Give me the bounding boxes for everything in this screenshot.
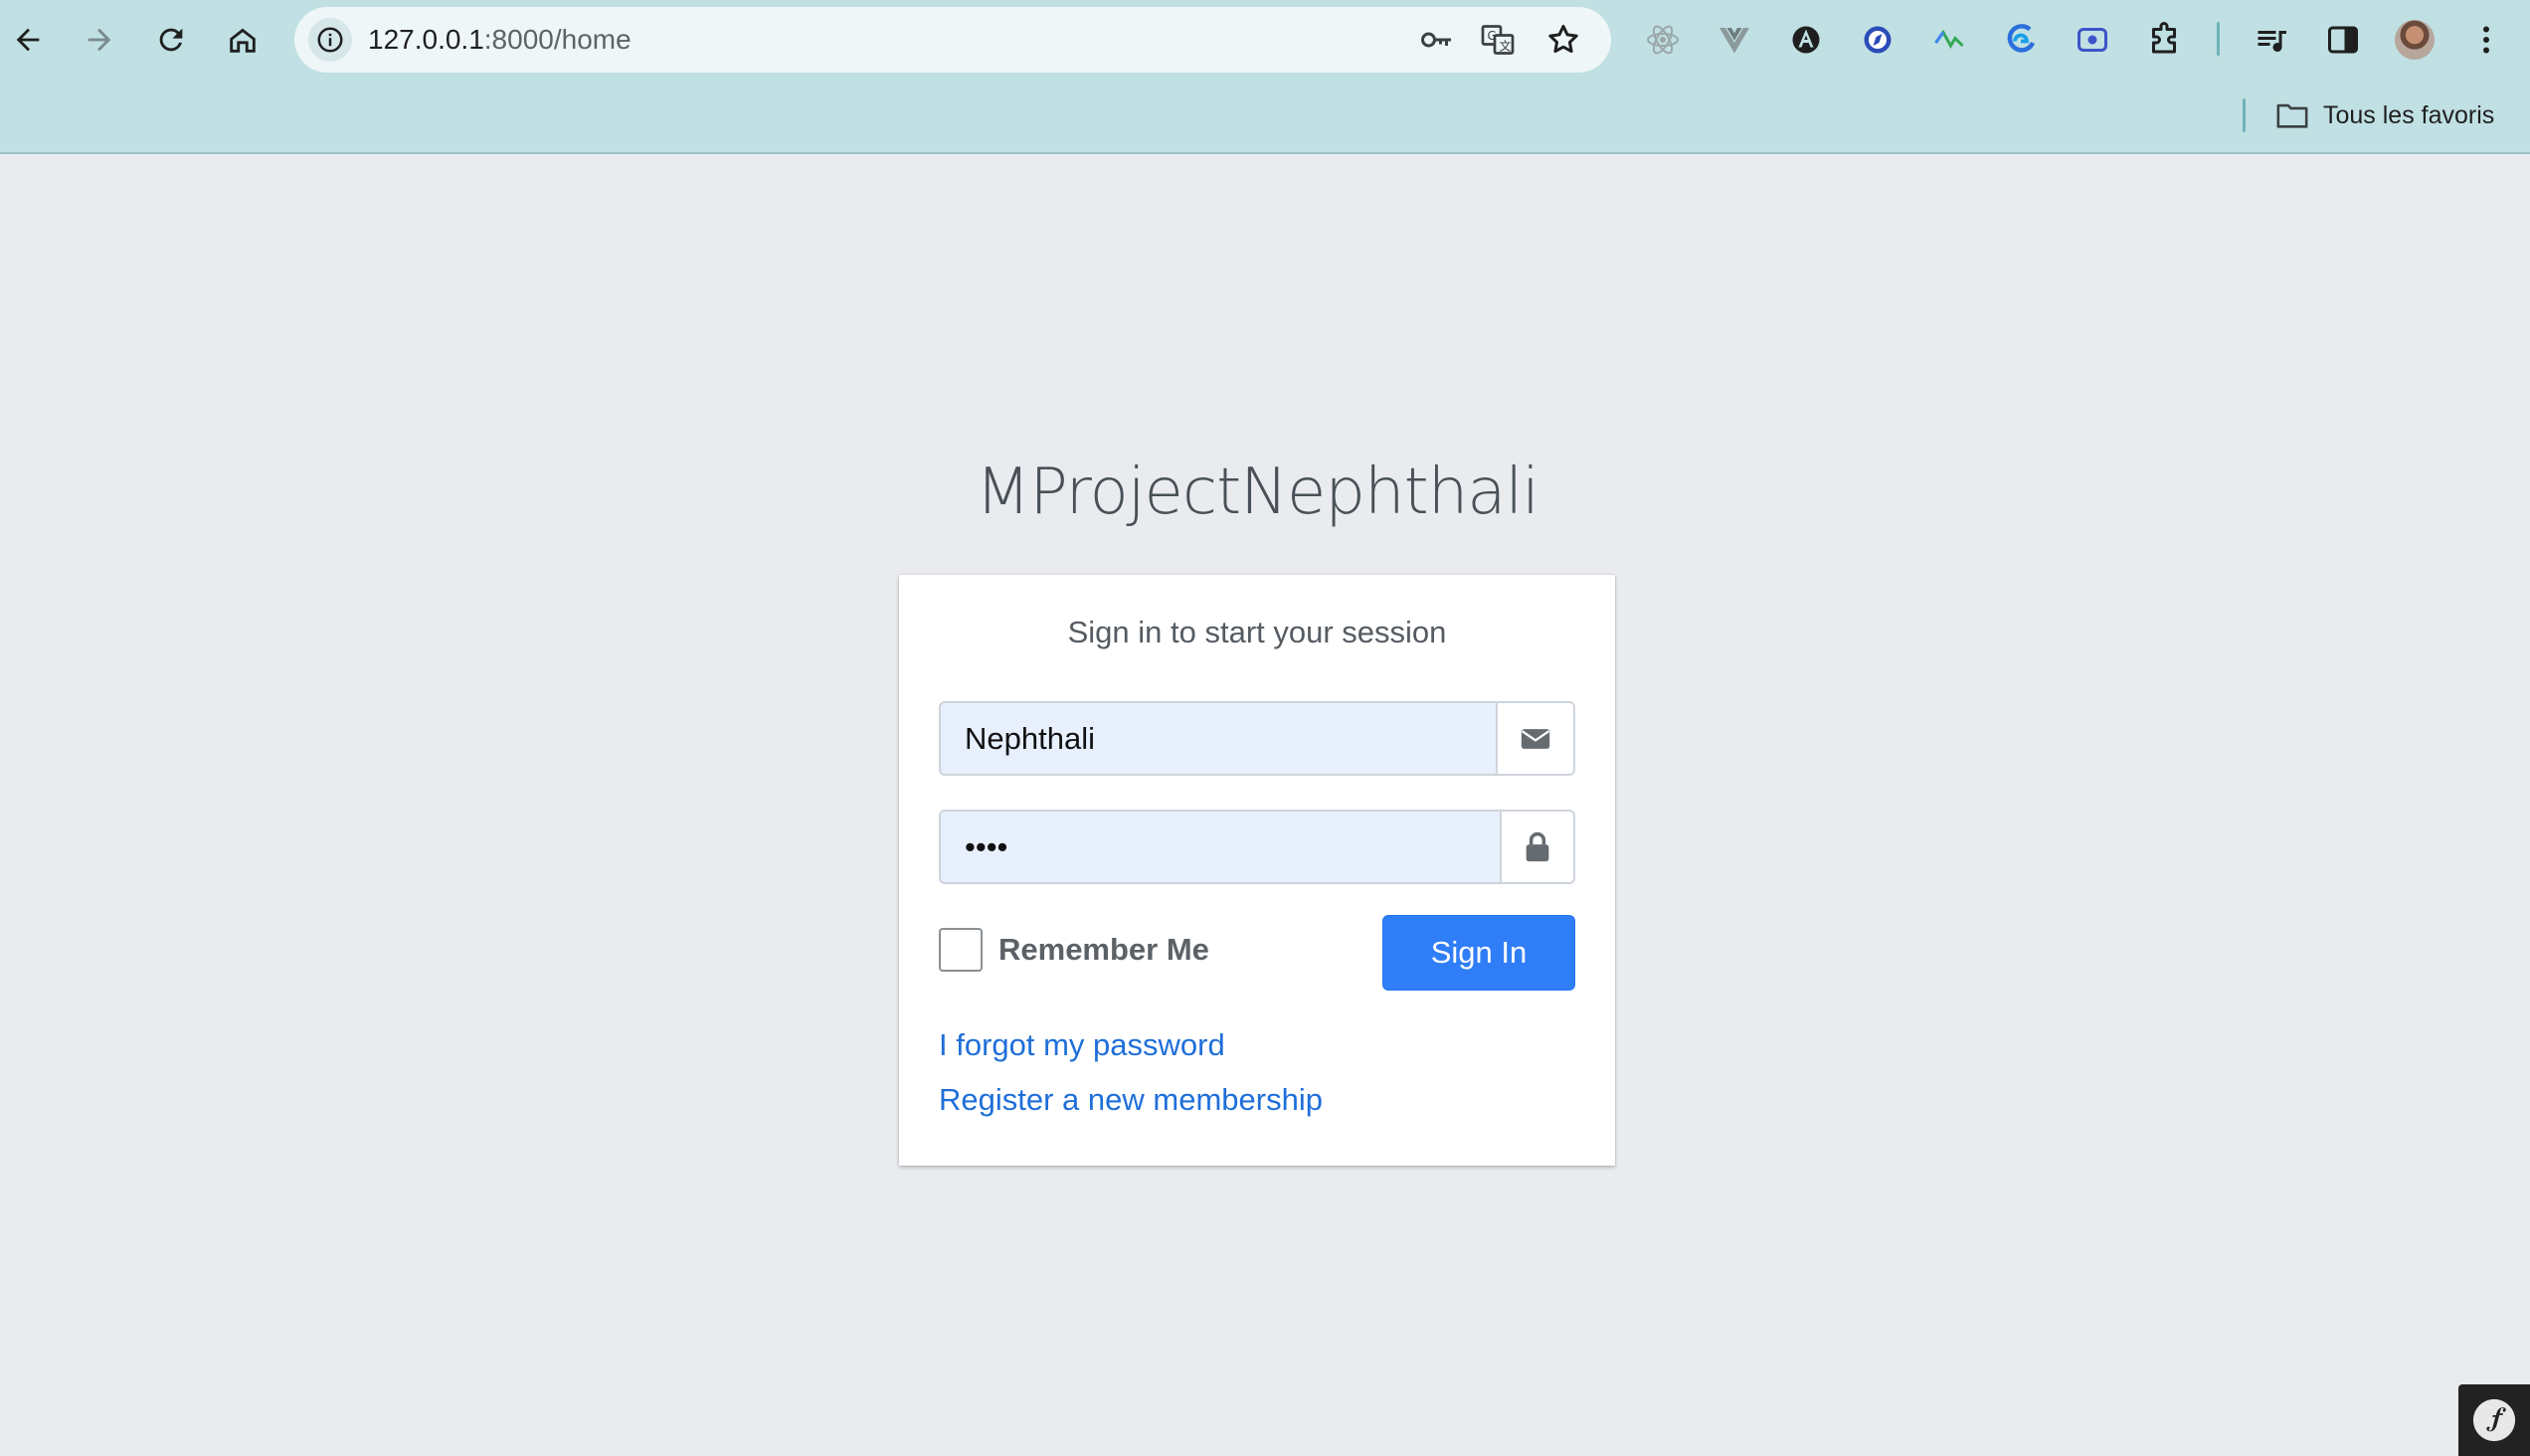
remember-me-label[interactable]: Remember Me [998,932,1209,968]
back-arrow-icon [16,28,40,52]
reload-button[interactable] [149,18,193,62]
vue-devtools-extension[interactable] [1713,18,1756,62]
password-input-group [939,810,1575,884]
green-check-extension[interactable] [1927,18,1971,62]
all-bookmarks-folder[interactable]: Tous les favoris [2275,97,2494,133]
forward-arrow-icon [88,28,111,52]
password-key-button[interactable] [1416,20,1456,60]
bookmarks-separator [2243,98,2246,132]
register-link[interactable]: Register a new membership [939,1082,1323,1118]
compass-icon [1864,26,1892,54]
svg-text:G: G [1488,29,1497,43]
vue-icon [1719,28,1749,54]
react-devtools-extension[interactable] [1641,18,1685,62]
home-icon [230,28,256,53]
record-icon [2078,28,2107,52]
svg-text:文: 文 [1500,39,1512,54]
folder-icon [2276,103,2308,128]
puzzle-icon [2152,22,2176,54]
star-icon [1548,25,1578,54]
login-card: Sign in to start your session Remember M… [899,575,1615,1166]
lock-icon [1526,831,1549,861]
translate-button[interactable]: G文 [1478,20,1518,60]
all-bookmarks-label: Tous les favoris [2323,100,2495,129]
playlist-icon [2258,31,2286,53]
info-icon [317,27,343,53]
username-input-group [939,701,1575,776]
translate-icon: G文 [1481,25,1515,55]
edge-like-extension[interactable] [1999,18,2043,62]
reload-icon [159,28,183,52]
home-button[interactable] [221,18,265,62]
back-button[interactable] [6,18,50,62]
profile-avatar[interactable] [2395,20,2435,60]
url-text[interactable]: 127.0.0.1:8000/home [368,7,632,73]
angular-icon [1792,26,1820,54]
password-addon [1500,812,1573,882]
bookmark-star-button[interactable] [1543,20,1583,60]
browser-chrome: 127.0.0.1:8000/home G文 Tous les favoris [0,0,2530,154]
url-path: :8000/home [483,24,632,55]
extensions-button[interactable] [2142,18,2186,62]
side-panel-button[interactable] [2321,18,2365,62]
sign-in-button[interactable]: Sign In [1382,915,1575,991]
username-input[interactable] [941,703,1500,774]
symfony-icon [2472,1398,2516,1442]
screen-capture-extension[interactable] [2071,18,2114,62]
browser-menu-button[interactable] [2464,18,2508,62]
side-panel-icon [2328,26,2358,54]
media-controls-button[interactable] [2250,18,2293,62]
login-box-message: Sign in to start your session [1067,615,1447,649]
angular-extension[interactable] [1784,18,1828,62]
username-addon [1496,703,1573,774]
forward-button[interactable] [78,18,121,62]
react-icon [1647,25,1679,55]
symfony-toolbar-toggle[interactable] [2458,1384,2530,1456]
blue-circle-extension[interactable] [1856,18,1899,62]
kebab-menu-icon [2483,26,2489,54]
pulse-check-icon [1934,29,1964,49]
app-logo: MProjectNephthali [975,455,1539,529]
key-icon [1421,32,1451,48]
swirl-icon [2007,24,2036,53]
remember-me[interactable]: Remember Me [939,927,1209,973]
toolbar-separator [2217,22,2220,56]
url-host: 127.0.0.1 [368,24,484,55]
address-bar[interactable]: 127.0.0.1:8000/home G文 [294,7,1611,73]
password-input[interactable] [941,812,1504,882]
envelope-icon [1521,728,1550,749]
forgot-password-link[interactable]: I forgot my password [939,1027,1225,1063]
remember-me-checkbox[interactable] [939,928,983,972]
site-info-button[interactable] [308,18,352,62]
